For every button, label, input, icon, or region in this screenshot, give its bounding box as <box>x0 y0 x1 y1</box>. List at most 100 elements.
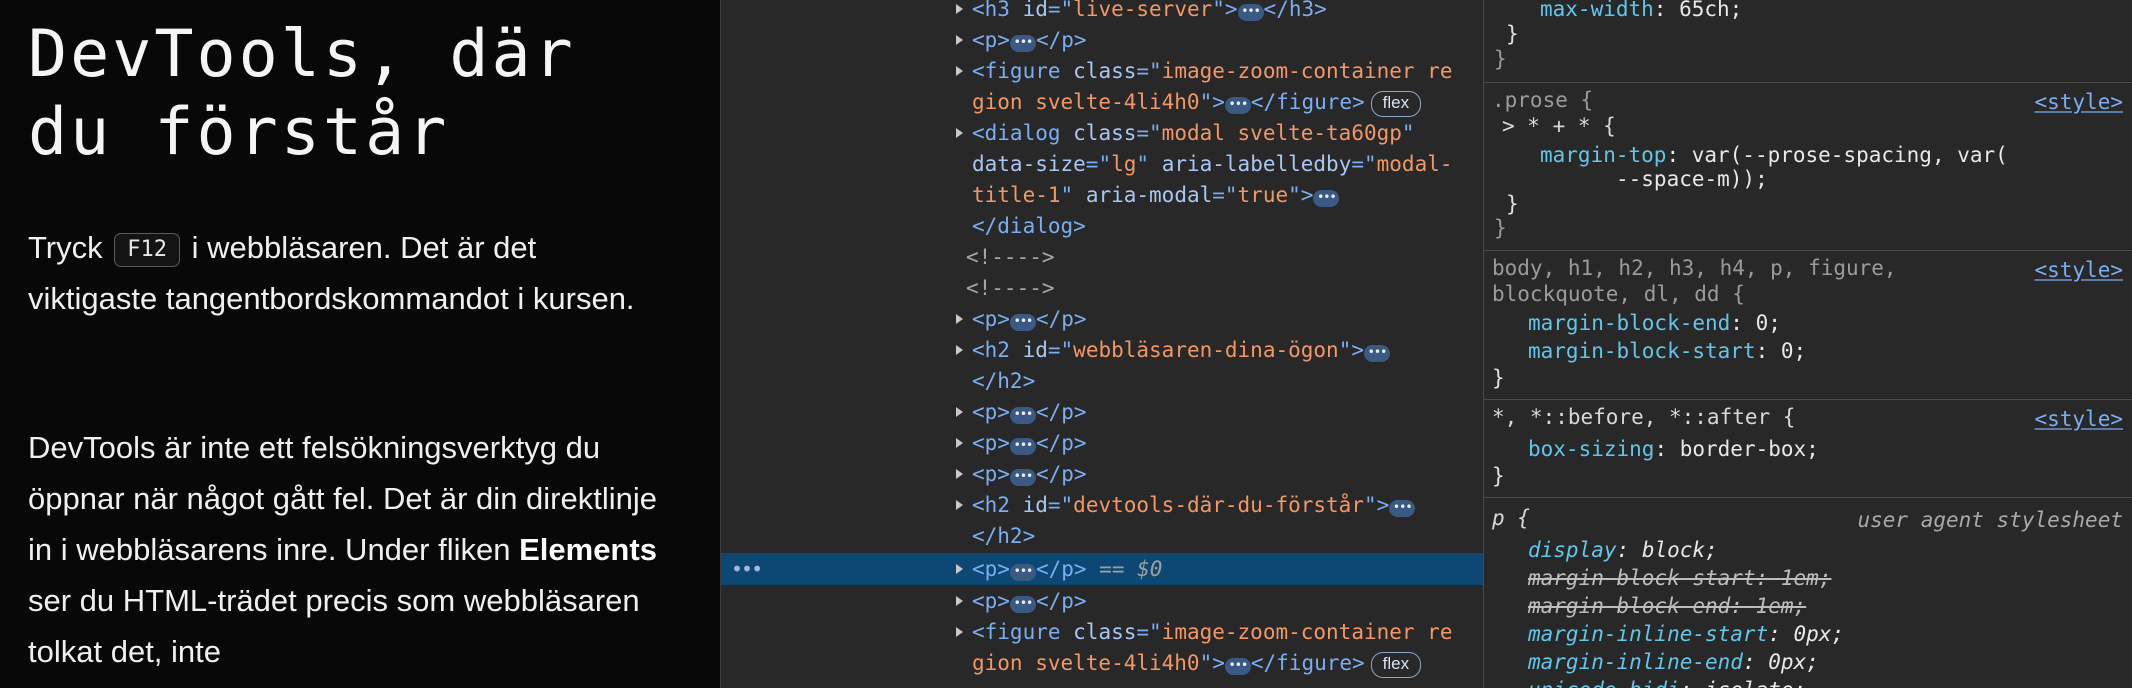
rule-divider <box>1484 82 2132 83</box>
rule-selector-cont[interactable]: blockquote, dl, dd { <box>1492 280 1745 308</box>
dom-node-p[interactable]: <p> ••• </p> <box>721 303 1484 335</box>
ellipsis-icon[interactable]: ••• <box>1009 438 1036 455</box>
dialog-labelledby-value-cont: title-1 <box>972 183 1061 207</box>
ellipsis-icon[interactable]: ••• <box>1389 500 1416 517</box>
dom-node-figure-cont[interactable]: gion svelte-4li4h0"> ••• </figure> flex <box>721 86 1484 118</box>
dom-node-dialog-cont1[interactable]: data-size="lg" aria-labelledby="modal- <box>721 148 1484 180</box>
ellipsis-icon[interactable]: ••• <box>1009 564 1036 581</box>
dialog-size-value: lg <box>1111 152 1137 176</box>
ellipsis-icon[interactable]: ••• <box>1224 658 1251 675</box>
elements-dom-tree[interactable]: <h3 id="live-server"> ••• </h3> <p> ••• </p>… <box>720 0 1484 688</box>
rule-selector[interactable]: *, *::before, *::after { <box>1492 403 1795 431</box>
css-declaration[interactable]: margin-block-end: 0; <box>1528 309 1781 337</box>
rule-close-brace: } <box>1494 47 1507 71</box>
rule-divider <box>1484 250 2132 251</box>
dom-node-p-selected[interactable]: ••• <p> ••• </p> == $0 <box>721 553 1484 585</box>
expand-arrow-icon[interactable] <box>956 314 963 324</box>
ellipsis-icon[interactable]: ••• <box>1363 345 1390 362</box>
intro-text-pre: Tryck <box>28 230 103 265</box>
ellipsis-icon[interactable]: ••• <box>1009 35 1036 52</box>
expand-arrow-icon[interactable] <box>956 627 963 637</box>
dom-node-h2[interactable]: <h2 id="devtools-där-du-förstår"> ••• <box>721 489 1484 521</box>
css-declaration[interactable]: margin-top: var(--prose-spacing, var( <box>1540 141 2008 169</box>
dom-node-dialog-close[interactable]: </dialog> <box>721 210 1484 242</box>
dom-node-dialog-cont2[interactable]: title-1" aria-modal="true"> ••• <box>721 179 1484 211</box>
figure-class-value: image-zoom-container re <box>1161 59 1453 83</box>
page-title: DevTools, där du förstår <box>28 17 576 170</box>
ellipsis-icon[interactable]: ••• <box>1009 314 1036 331</box>
expand-arrow-icon[interactable] <box>956 66 963 76</box>
dom-node-h2-close[interactable]: </h2> <box>721 520 1484 552</box>
body-paragraph: DevTools är inte ett felsökningsverktyg … <box>28 422 668 677</box>
ellipsis-icon[interactable]: ••• <box>1009 407 1036 424</box>
css-declaration[interactable]: margin-block-start: 0; <box>1528 337 1806 365</box>
expand-arrow-icon[interactable] <box>956 35 963 45</box>
ellipsis-icon[interactable]: ••• <box>1009 596 1036 613</box>
rule-selector[interactable]: p { <box>1492 504 1530 532</box>
css-declaration[interactable]: margin-inline-start: 0px; <box>1528 620 1844 648</box>
dom-node-h2-close[interactable]: </h2> <box>721 365 1484 397</box>
css-value-cont: --space-m)); <box>1616 167 1768 191</box>
dialog-labelledby-value: modal- <box>1376 152 1453 176</box>
dom-node-h2[interactable]: <h2 id="webbläsaren-dina-ögon"> ••• <box>721 334 1484 366</box>
dom-node-figure-cont[interactable]: gion svelte-4li4h0"> ••• </figure> flex <box>721 647 1484 679</box>
dialog-modal-value: true <box>1237 183 1289 207</box>
expand-arrow-icon[interactable] <box>956 407 963 417</box>
expand-arrow-icon[interactable] <box>956 438 963 448</box>
more-options-icon[interactable]: ••• <box>731 553 763 585</box>
figure-class-value: image-zoom-container re <box>1161 620 1453 644</box>
style-source-link[interactable]: <style> <box>2034 407 2123 431</box>
css-declaration[interactable]: max-width: 65ch; <box>1540 0 1742 23</box>
intro-paragraph: Tryck F12 i webbläsaren. Det är det vikt… <box>28 222 668 324</box>
dom-comment[interactable]: <!----> <box>721 272 1484 304</box>
h2-id-value: webbläsaren-dina-ögon <box>1073 338 1339 362</box>
expand-arrow-icon[interactable] <box>956 596 963 606</box>
rule-divider <box>1484 399 2132 400</box>
css-declaration[interactable]: margin-inline-end: 0px; <box>1528 648 1819 676</box>
expand-arrow-icon[interactable] <box>956 4 963 14</box>
dom-node-p[interactable]: <p> ••• </p> <box>721 458 1484 490</box>
dom-node-p[interactable]: <p> ••• </p> <box>721 427 1484 459</box>
styles-pane[interactable]: max-width: 65ch; } } .prose { <style> > … <box>1483 0 2132 688</box>
style-source-link[interactable]: <style> <box>2034 90 2123 114</box>
dom-node-p[interactable]: <p> ••• </p> <box>721 585 1484 617</box>
dom-node-h3[interactable]: <h3 id="live-server"> ••• </h3> <box>721 0 1484 25</box>
rule-close-brace: } <box>1506 22 1519 46</box>
user-agent-source: user agent stylesheet <box>1857 508 2123 532</box>
dom-node-p[interactable]: <p> ••• </p> <box>721 24 1484 56</box>
style-source-link[interactable]: <style> <box>2034 258 2123 282</box>
comment-node: <!----> <box>966 276 1055 300</box>
expand-arrow-icon[interactable] <box>956 500 963 510</box>
css-declaration-overridden[interactable]: margin-block-end: 1em; <box>1528 592 1806 620</box>
dom-node-figure[interactable]: <figure class="image-zoom-container re <box>721 55 1484 87</box>
rule-close-brace: } <box>1492 366 1505 390</box>
expand-arrow-icon[interactable] <box>956 564 963 574</box>
expand-arrow-icon[interactable] <box>956 345 963 355</box>
ellipsis-icon[interactable]: ••• <box>1313 190 1340 207</box>
f12-key: F12 <box>114 233 180 267</box>
expand-arrow-icon[interactable] <box>956 128 963 138</box>
figure-class-value-cont: gion svelte-4li4h0 <box>972 651 1200 675</box>
css-declaration[interactable]: display: block; <box>1528 536 1718 564</box>
expand-arrow-icon[interactable] <box>956 469 963 479</box>
rule-close-brace: } <box>1506 192 1519 216</box>
css-declaration[interactable]: unicode-bidi: isolate; <box>1528 676 1806 688</box>
rule-selector[interactable]: .prose { <box>1492 86 1593 114</box>
dom-node-dialog[interactable]: <dialog class="modal svelte-ta60gp" <box>721 117 1484 149</box>
css-declaration-overridden[interactable]: margin-block-start: 1em; <box>1528 564 1831 592</box>
rule-divider <box>1484 497 2132 498</box>
css-declaration[interactable]: box-sizing: border-box; <box>1528 435 1819 463</box>
rule-selector[interactable]: body, h1, h2, h3, h4, p, figure, <box>1492 254 1897 282</box>
rule-selector-cont[interactable]: > * + * { <box>1502 112 1616 140</box>
dom-node-figure[interactable]: <figure class="image-zoom-container re <box>721 616 1484 648</box>
flex-badge[interactable]: flex <box>1370 652 1422 678</box>
comment-node: <!----> <box>966 245 1055 269</box>
ellipsis-icon[interactable]: ••• <box>1224 97 1251 114</box>
rule-close-brace: } <box>1492 464 1505 488</box>
dialog-class-value: modal svelte-ta60gp <box>1161 121 1402 145</box>
flex-badge[interactable]: flex <box>1370 91 1422 117</box>
ellipsis-icon[interactable]: ••• <box>1009 469 1036 486</box>
ellipsis-icon[interactable]: ••• <box>1237 4 1264 21</box>
dom-comment[interactable]: <!----> <box>721 241 1484 273</box>
dom-node-p[interactable]: <p> ••• </p> <box>721 396 1484 428</box>
